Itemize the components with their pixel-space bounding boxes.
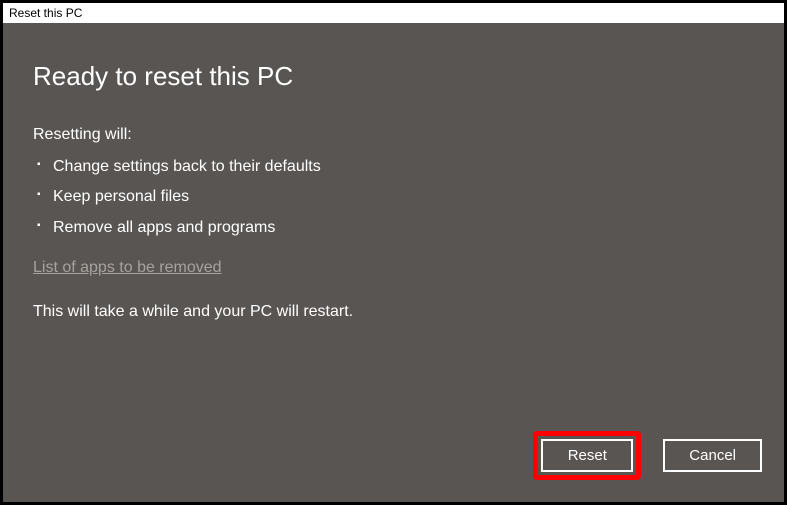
page-title: Ready to reset this PC: [33, 61, 754, 92]
bullet-item: Change settings back to their defaults: [35, 152, 754, 182]
bullet-item: Keep personal files: [35, 182, 754, 212]
subheading: Resetting will:: [33, 126, 754, 144]
bullet-list: Change settings back to their defaults K…: [35, 152, 754, 243]
cancel-button[interactable]: Cancel: [663, 439, 762, 472]
apps-to-remove-link[interactable]: List of apps to be removed: [33, 259, 222, 277]
reset-pc-dialog: Reset this PC Ready to reset this PC Res…: [0, 0, 787, 505]
bullet-item: Remove all apps and programs: [35, 213, 754, 243]
notice-text: This will take a while and your PC will …: [33, 303, 754, 321]
reset-button[interactable]: Reset: [541, 439, 633, 472]
dialog-content: Ready to reset this PC Resetting will: C…: [3, 23, 784, 502]
window-title: Reset this PC: [9, 6, 82, 20]
button-row: Reset Cancel: [533, 431, 762, 480]
titlebar: Reset this PC: [3, 3, 784, 23]
reset-highlight: Reset: [533, 431, 641, 480]
